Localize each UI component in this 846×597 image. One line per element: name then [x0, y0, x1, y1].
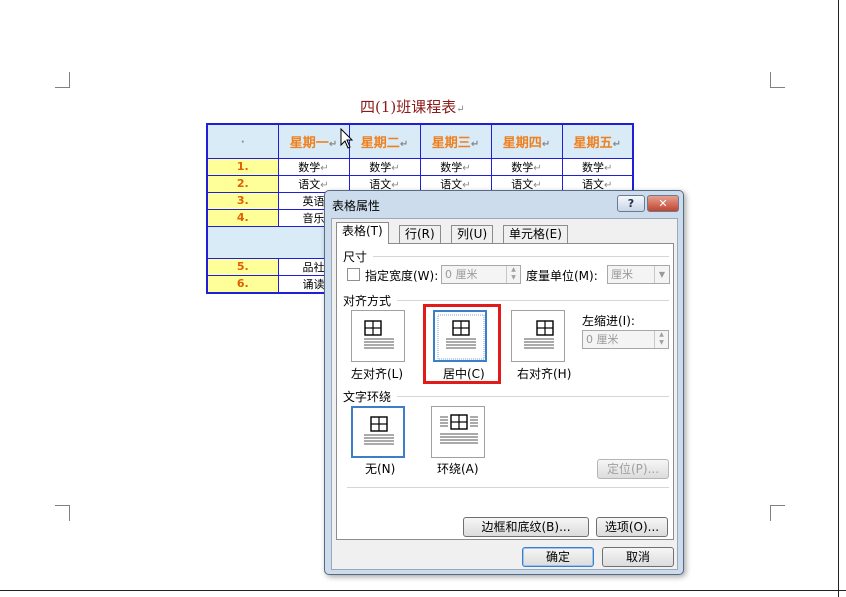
- table-tab-panel: 尺寸 指定宽度(W): 0 厘米 ▲ ▼ 度量单位(M): 厘米 ▼ 对齐方式 左对齐…: [336, 243, 674, 540]
- mouse-pointer-icon: [340, 128, 354, 149]
- header-cell[interactable]: 星期五↵: [561, 123, 634, 159]
- crop-mark-top-right: [770, 72, 785, 88]
- indent-from-left-label: 左缩进(I):: [582, 314, 635, 328]
- row-number-cell[interactable]: 2.: [206, 174, 279, 193]
- wrap-none-label: 无(N): [365, 462, 396, 476]
- section-divider: [347, 487, 669, 488]
- row-number-cell[interactable]: 3.: [206, 191, 279, 210]
- row-number-cell[interactable]: 4.: [206, 208, 279, 227]
- chevron-down-icon[interactable]: ▼: [654, 266, 669, 283]
- section-divider: [397, 396, 669, 397]
- table-row: 1. 数学↵ 数学↵ 数学↵ 数学↵ 数学↵: [206, 157, 634, 176]
- borders-and-shading-button[interactable]: 边框和底纹(B)...: [463, 517, 589, 537]
- align-center-option[interactable]: [433, 310, 487, 362]
- row-number-cell[interactable]: 1.: [206, 157, 279, 176]
- spinner-arrows-icon[interactable]: ▲ ▼: [654, 331, 668, 348]
- wrap-none-option[interactable]: [351, 406, 405, 458]
- wrap-none-icon: [364, 416, 394, 445]
- wrap-around-option[interactable]: [431, 406, 485, 458]
- align-center-icon: [437, 314, 485, 360]
- header-corner-cell[interactable]: ·: [206, 123, 279, 159]
- dialog-titlebar[interactable]: 表格属性 ? ✕: [325, 191, 683, 217]
- tab-table[interactable]: 表格(T): [336, 222, 389, 244]
- size-section-label: 尺寸: [343, 250, 368, 264]
- header-cell[interactable]: 星期一↵: [277, 123, 350, 159]
- table-cell[interactable]: 数学↵: [348, 157, 421, 176]
- header-cell[interactable]: 星期三↵: [419, 123, 492, 159]
- dialog-title: 表格属性: [332, 199, 381, 213]
- text-wrapping-section-label: 文字环绕: [343, 390, 392, 404]
- tab-cell[interactable]: 单元格(E): [503, 225, 568, 243]
- align-left-icon: [364, 320, 394, 349]
- header-cell[interactable]: 星期二↵: [348, 123, 421, 159]
- table-properties-dialog: 表格属性 ? ✕ 表格(T) 行(R) 列(U) 单元格(E) 尺寸 指定宽度(…: [324, 190, 684, 575]
- row-number-cell[interactable]: 6.: [206, 274, 279, 293]
- crop-mark-bottom-left: [55, 505, 70, 521]
- align-left-label: 左对齐(L): [351, 367, 404, 381]
- align-left-option[interactable]: [351, 310, 405, 362]
- close-button[interactable]: ✕: [647, 195, 679, 212]
- indent-from-left-spinner[interactable]: 0 厘米 ▲ ▼: [582, 330, 669, 349]
- tab-column[interactable]: 列(U): [451, 225, 494, 243]
- options-button[interactable]: 选项(O)...: [596, 517, 668, 537]
- header-cell[interactable]: 星期四↵: [490, 123, 563, 159]
- alignment-section-label: 对齐方式: [343, 294, 392, 308]
- page-edge-right: [838, 0, 839, 597]
- section-divider: [397, 300, 669, 301]
- page-edge-bottom: [0, 590, 846, 591]
- align-right-icon: [524, 320, 554, 349]
- table-cell[interactable]: 数学↵: [277, 157, 350, 176]
- spinner-arrows-icon[interactable]: ▲ ▼: [506, 266, 520, 283]
- cancel-button[interactable]: 取消: [602, 547, 674, 567]
- preferred-width-checkbox[interactable]: [347, 268, 360, 281]
- preferred-width-label: 指定宽度(W):: [365, 269, 439, 283]
- wrap-around-label: 环绕(A): [437, 462, 479, 476]
- table-header-row: · 星期一↵ 星期二↵ 星期三↵ 星期四↵ 星期五↵: [206, 123, 634, 159]
- section-divider: [373, 256, 669, 257]
- table-cell[interactable]: 数学↵: [419, 157, 492, 176]
- wrap-around-icon: [440, 414, 478, 444]
- crop-mark-bottom-right: [770, 505, 785, 521]
- align-right-option[interactable]: [511, 310, 565, 362]
- measure-in-label: 度量单位(M):: [526, 269, 598, 283]
- measure-in-select[interactable]: 厘米 ▼: [607, 265, 670, 284]
- row-number-cell[interactable]: 5.: [206, 257, 279, 276]
- align-center-label: 居中(C): [443, 367, 485, 381]
- table-cell[interactable]: 数学↵: [490, 157, 563, 176]
- ok-button[interactable]: 确定: [522, 547, 594, 567]
- help-button[interactable]: ?: [617, 195, 645, 212]
- crop-mark-top-left: [55, 72, 70, 88]
- table-cell[interactable]: 数学↵: [561, 157, 634, 176]
- align-right-label: 右对齐(H): [517, 367, 572, 381]
- preferred-width-spinner[interactable]: 0 厘米 ▲ ▼: [441, 265, 521, 284]
- positioning-button[interactable]: 定位(P)...: [597, 459, 669, 479]
- dialog-client-area: 表格(T) 行(R) 列(U) 单元格(E) 尺寸 指定宽度(W): 0 厘米 ▲…: [331, 218, 678, 570]
- tab-row[interactable]: 行(R): [399, 225, 441, 243]
- document-title[interactable]: 四(1)班课程表↵: [360, 96, 465, 117]
